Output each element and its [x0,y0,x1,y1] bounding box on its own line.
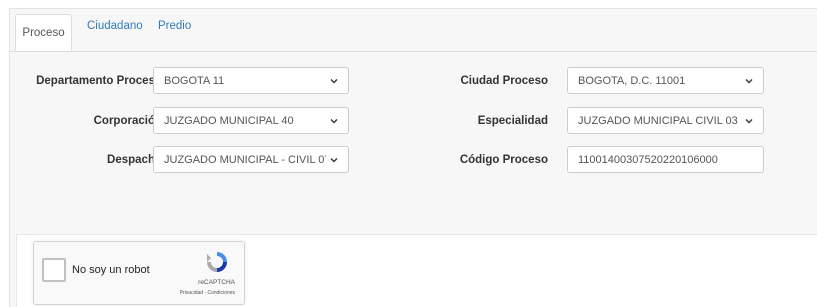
especialidad-value: JUZGADO MUNICIPAL CIVIL 03 [578,114,738,127]
corporacion-select[interactable]: JUZGADO MUNICIPAL 40 [153,107,349,134]
tab-proceso[interactable]: Proceso [15,14,72,51]
tab-ciudadano[interactable]: Ciudadano [87,20,143,32]
despacho-label: Despacho [107,154,162,166]
especialidad-select[interactable]: JUZGADO MUNICIPAL CIVIL 03 [567,107,764,134]
chevron-down-icon [330,118,338,123]
despacho-select[interactable]: JUZGADO MUNICIPAL - CIVIL 075 B [153,146,349,173]
recaptcha-checkbox[interactable] [42,258,66,282]
codigo-input[interactable]: 11001400307520220106000 [567,146,764,173]
despacho-value: JUZGADO MUNICIPAL - CIVIL 075 B [164,153,326,166]
chevron-down-icon [745,118,753,123]
departamento-value: BOGOTA 11 [164,74,225,87]
chevron-down-icon [330,157,338,162]
recaptcha-widget: No soy un robot reCAPTCHA Privacidad - C… [33,241,245,305]
recaptcha-label: No soy un robot [72,264,150,276]
corporacion-label: Corporación [93,115,162,127]
chevron-down-icon [330,78,338,83]
ciudad-value: BOGOTA, D.C. 11001 [578,74,686,87]
corporacion-value: JUZGADO MUNICIPAL 40 [164,114,294,127]
ciudad-label: Ciudad Proceso [460,75,548,87]
departamento-label: Departamento Proceso [36,75,162,87]
tab-predio[interactable]: Predio [158,20,191,32]
ciudad-select[interactable]: BOGOTA, D.C. 11001 [567,67,764,94]
recaptcha-logo-icon [207,252,227,272]
codigo-label: Código Proceso [459,154,548,166]
tab-divider [9,51,817,52]
departamento-select[interactable]: BOGOTA 11 [153,67,349,94]
chevron-down-icon [745,78,753,83]
codigo-value: 11001400307520220106000 [578,153,718,166]
recaptcha-brand: reCAPTCHA [198,279,235,286]
especialidad-label: Especialidad [477,115,548,127]
recaptcha-terms-link[interactable]: Privacidad - Condiciones [180,290,235,296]
